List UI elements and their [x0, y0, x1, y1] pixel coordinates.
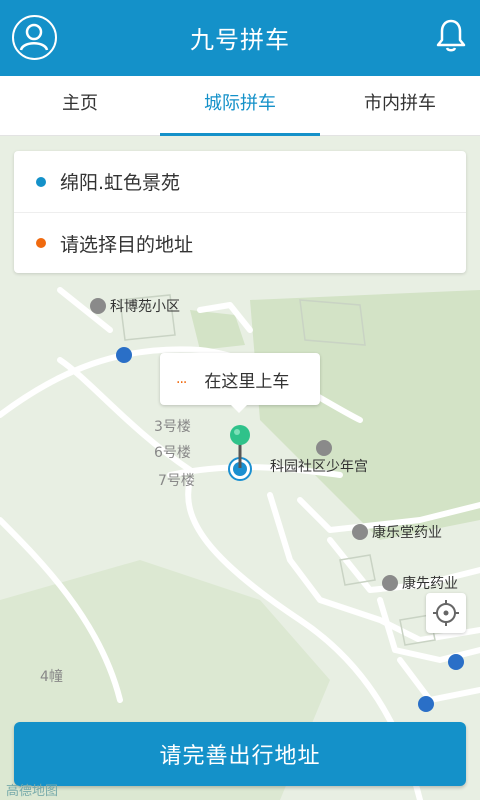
- map-label-building-7: 7号楼: [158, 473, 195, 489]
- tab-home[interactable]: 主页: [0, 76, 160, 135]
- pharmacy-poi-icon: [352, 524, 368, 540]
- destination-placeholder: 请选择目的地址: [60, 233, 194, 256]
- map-label-building-3: 3号楼: [154, 419, 191, 435]
- map-poi-label: 科园社区少年宫: [270, 459, 368, 475]
- bell-icon[interactable]: [435, 18, 467, 54]
- pickup-tooltip-text: 在这里上车: [204, 371, 290, 392]
- map-poi-youth-palace[interactable]: 科园社区少年宫: [270, 440, 368, 476]
- app-title: 九号拼车: [190, 26, 290, 54]
- map-poi-kebo[interactable]: 科博苑小区: [90, 296, 180, 316]
- crosshair-icon: [433, 600, 459, 626]
- tab-bar: 主页 城际拼车 市内拼车: [0, 76, 480, 136]
- pickup-tooltip[interactable]: ... 在这里上车: [160, 353, 320, 413]
- destination-address-row[interactable]: 请选择目的地址: [14, 212, 466, 273]
- loading-dots-icon: ...: [176, 371, 187, 387]
- pickup-pin-icon[interactable]: [222, 424, 258, 484]
- home-poi-icon: [90, 298, 106, 314]
- origin-dot-icon: [36, 176, 46, 187]
- map-poi-label: 康先药业: [402, 576, 458, 592]
- complete-address-button[interactable]: 请完善出行地址: [14, 722, 466, 786]
- origin-address-row[interactable]: 绵阳.虹色景苑: [14, 151, 466, 212]
- tab-intracity[interactable]: 市内拼车: [320, 76, 480, 135]
- map-poi-kangletang[interactable]: 康乐堂药业: [352, 522, 442, 542]
- app-header: 九号拼车: [0, 0, 480, 76]
- map-label-building-4: 4幢: [40, 669, 63, 685]
- locate-me-button[interactable]: [426, 593, 466, 633]
- map-poi-kangxian[interactable]: 康先药业: [382, 573, 458, 593]
- address-card: 绵阳.虹色景苑 请选择目的地址: [14, 151, 466, 273]
- map-poi-label: 康乐堂药业: [372, 525, 442, 541]
- map-label-building-6: 6号楼: [154, 445, 191, 461]
- bus-stop-icon[interactable]: [418, 696, 434, 712]
- origin-address-text: 绵阳.虹色景苑: [60, 172, 181, 194]
- pharmacy-poi-icon: [382, 575, 398, 591]
- map-provider-watermark: 高德地图: [6, 784, 59, 799]
- tab-intercity[interactable]: 城际拼车: [160, 76, 320, 136]
- bus-stop-icon[interactable]: [116, 347, 132, 363]
- bus-stop-icon[interactable]: [448, 654, 464, 670]
- destination-dot-icon: [36, 238, 46, 248]
- map-poi-label: 科博苑小区: [110, 299, 180, 315]
- poi-icon: [316, 440, 332, 456]
